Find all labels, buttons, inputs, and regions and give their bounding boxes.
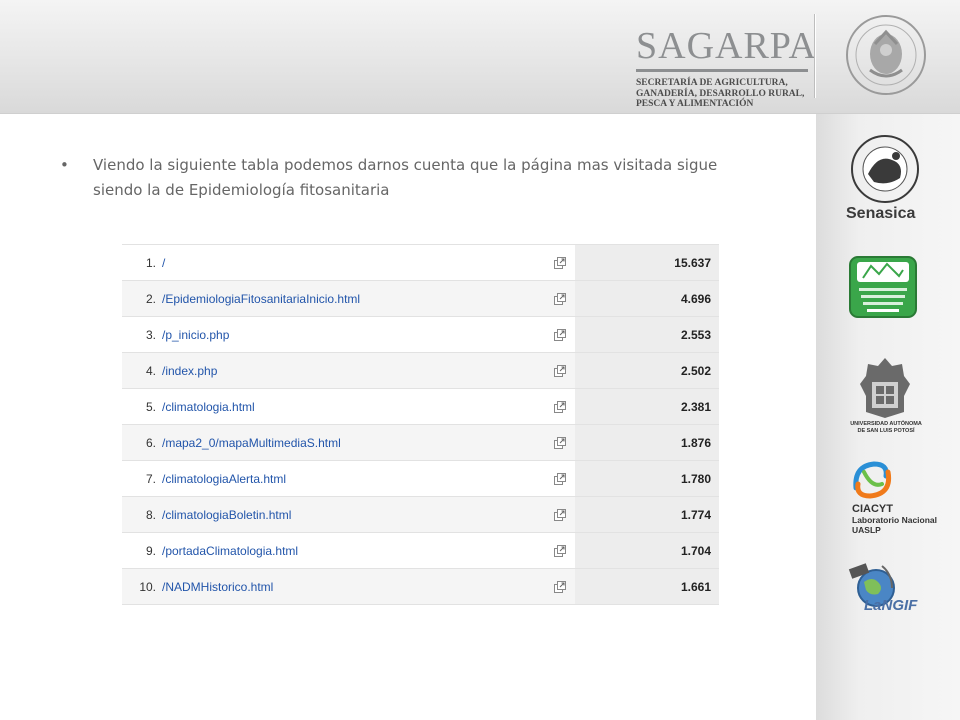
row-main-cell: 6. /mapa2_0/mapaMultimediaS.html (122, 425, 575, 460)
row-main-cell: 4. /index.php (122, 353, 575, 388)
row-rank: 5. (145, 399, 156, 414)
row-rank: 1. (145, 255, 156, 270)
ciacyt-swirl-icon (853, 461, 892, 499)
row-visit-count: 4.696 (575, 281, 719, 316)
row-rank: 10. (139, 579, 156, 594)
row-main-cell: 7. /climatologiaAlerta.html (122, 461, 575, 496)
ciacyt-line-2: Laboratorio Nacional (852, 515, 938, 525)
row-path-link[interactable]: /mapa2_0/mapaMultimediaS.html (158, 436, 553, 450)
coat-of-arms-seal-icon (846, 15, 926, 95)
row-path-link[interactable]: /portadaClimatologia.html (158, 544, 553, 558)
senasica-label: Senasica (846, 205, 916, 222)
row-visit-count: 2.381 (575, 389, 719, 424)
external-link-icon[interactable] (553, 292, 567, 306)
external-link-icon[interactable] (553, 256, 567, 270)
row-visit-count: 1.780 (575, 461, 719, 496)
external-link-icon[interactable] (553, 400, 567, 414)
row-visit-count: 2.502 (575, 353, 719, 388)
row-path-link[interactable]: /index.php (158, 364, 553, 378)
brand-name: SAGARPA (636, 25, 817, 67)
external-link-icon[interactable] (553, 328, 567, 342)
row-main-cell: 3. /p_inicio.php (122, 317, 575, 352)
row-path-link[interactable]: /climatologia.html (158, 400, 553, 414)
external-link-icon[interactable] (553, 544, 567, 558)
brand-sub-line-2: GANADERÍA, DESARROLLO RURAL, (636, 88, 805, 99)
table-row: 8. /climatologiaBoletin.html 1.774 (122, 497, 719, 533)
row-path-link[interactable]: /climatologiaAlerta.html (158, 472, 553, 486)
table-row: 1. / 15.637 (122, 245, 719, 281)
header-band: SAGARPA SECRETARÍA DE AGRICULTURA, GANAD… (0, 0, 960, 114)
table-row: 9. /portadaClimatologia.html 1.704 (122, 533, 719, 569)
table-row: 3. /p_inicio.php 2.553 (122, 317, 719, 353)
bullet-point: • Viendo la siguiente tabla podemos darn… (60, 153, 760, 203)
row-main-cell: 9. /portadaClimatologia.html (122, 533, 575, 568)
senasica-emblem-icon (851, 135, 919, 203)
uaslp-label: UNIVERSIDAD AUTÓNOMA DE SAN LUIS POTOSÍ (848, 421, 924, 435)
uaslp-crest-icon (860, 358, 910, 418)
table-row: 7. /climatologiaAlerta.html 1.780 (122, 461, 719, 497)
row-main-cell: 5. /climatologia.html (122, 389, 575, 424)
langif-label: LaNGIF (864, 597, 918, 614)
ciacyt-line-1: CIACYT (852, 503, 893, 515)
row-rank: 8. (145, 507, 156, 522)
page-visits-table: 1. / 15.637 2. /EpidemiologiaFitosanitar… (122, 244, 719, 605)
row-main-cell: 10. /NADMHistorico.html (122, 569, 575, 604)
row-visit-count: 1.704 (575, 533, 719, 568)
bullet-dot-icon: • (60, 156, 69, 174)
bullet-text: Viendo la siguiente tabla podemos darnos… (93, 156, 718, 199)
row-visit-count: 1.774 (575, 497, 719, 532)
row-path-link[interactable]: /climatologiaBoletin.html (158, 508, 553, 522)
external-link-icon[interactable] (553, 580, 567, 594)
row-rank: 4. (145, 363, 156, 378)
external-link-icon[interactable] (553, 364, 567, 378)
uaslp-line-2: DE SAN LUIS POTOSÍ (857, 428, 915, 434)
sagarpa-brand: SAGARPA SECRETARÍA DE AGRICULTURA, GANAD… (636, 25, 817, 110)
ciacyt-line-3: UASLP (852, 525, 881, 535)
row-main-cell: 8. /climatologiaBoletin.html (122, 497, 575, 532)
table-row: 4. /index.php 2.502 (122, 353, 719, 389)
row-visit-count: 2.553 (575, 317, 719, 352)
brand-sub-line-1: SECRETARÍA DE AGRICULTURA, (636, 78, 788, 88)
row-visit-count: 1.661 (575, 569, 719, 604)
row-main-cell: 1. / (122, 245, 575, 280)
table-row: 10. /NADMHistorico.html 1.661 (122, 569, 719, 605)
external-link-icon[interactable] (553, 472, 567, 486)
brand-rule (636, 69, 808, 72)
table-row: 6. /mapa2_0/mapaMultimediaS.html 1.876 (122, 425, 719, 461)
row-rank: 6. (145, 435, 156, 450)
row-path-link[interactable]: / (158, 256, 553, 270)
row-path-link[interactable]: /NADMHistorico.html (158, 580, 553, 594)
sinavef-badge-icon (849, 256, 917, 318)
brand-sub-line-3: PESCA Y ALIMENTACIÓN (636, 99, 754, 109)
external-link-icon[interactable] (553, 508, 567, 522)
row-rank: 7. (145, 471, 156, 486)
row-rank: 2. (145, 291, 156, 306)
header-divider (814, 14, 816, 98)
row-rank: 3. (145, 327, 156, 342)
row-visit-count: 15.637 (575, 245, 719, 280)
table-row: 5. /climatologia.html 2.381 (122, 389, 719, 425)
row-main-cell: 2. /EpidemiologiaFitosanitariaInicio.htm… (122, 281, 575, 316)
row-visit-count: 1.876 (575, 425, 719, 460)
ciacyt-label: CIACYT Laboratorio Nacional UASLP (852, 503, 937, 535)
row-path-link[interactable]: /EpidemiologiaFitosanitariaInicio.html (158, 292, 553, 306)
uaslp-line-1: UNIVERSIDAD AUTÓNOMA (850, 421, 922, 427)
table-row: 2. /EpidemiologiaFitosanitariaInicio.htm… (122, 281, 719, 317)
external-link-icon[interactable] (553, 436, 567, 450)
row-rank: 9. (145, 543, 156, 558)
row-path-link[interactable]: /p_inicio.php (158, 328, 553, 342)
